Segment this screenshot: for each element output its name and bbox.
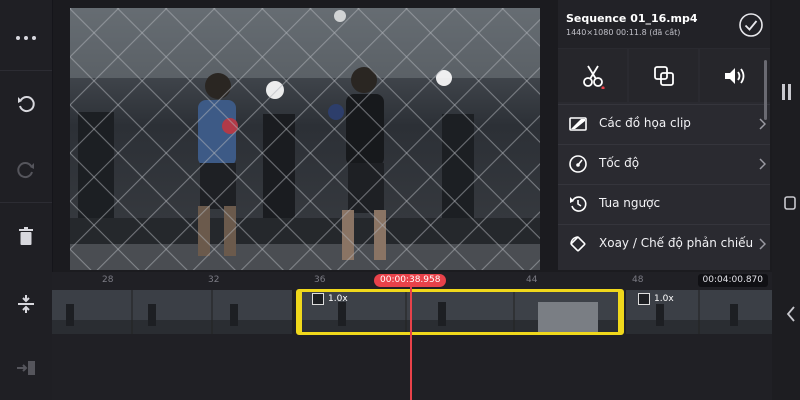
side-edge	[772, 0, 800, 400]
clip-type-icon	[638, 293, 650, 305]
speed-icon	[569, 155, 587, 173]
divider	[0, 70, 52, 71]
menu-label: Tua ngược	[599, 196, 661, 210]
menu-label: Xoay / Chế độ phản chiếu	[599, 236, 754, 250]
sequence-info: 1440×1080 00:11.8 (đã cắt)	[566, 28, 681, 37]
trim-handle-right[interactable]	[618, 292, 624, 332]
pause-icon[interactable]	[782, 84, 792, 100]
preview-frame	[70, 8, 540, 270]
tick-label: 28	[102, 275, 114, 285]
volume-icon	[725, 67, 745, 84]
tick-label: 36	[314, 275, 326, 285]
tick-label: 32	[208, 275, 220, 285]
left-toolbar	[0, 0, 53, 400]
clip-selection-frame[interactable]	[296, 289, 624, 335]
divider	[0, 202, 52, 203]
enter-icon[interactable]	[0, 350, 52, 386]
sequence-title: Sequence 01_16.mp4	[566, 12, 698, 25]
menu-speed[interactable]: Tốc độ	[558, 144, 770, 183]
chevron-right-icon	[759, 238, 766, 250]
video-clip[interactable]: 1.0x	[626, 290, 772, 334]
redo-icon[interactable]	[0, 150, 52, 190]
scissors-icon	[582, 65, 605, 89]
rotate-mirror-icon	[570, 236, 586, 252]
trash-icon[interactable]	[0, 216, 52, 256]
undo-icon[interactable]	[0, 84, 52, 124]
tool-row	[558, 49, 770, 102]
menu-reverse[interactable]: Tua ngược	[558, 184, 770, 223]
tick-label: 44	[526, 275, 538, 285]
menu-label: Các đồ họa clip	[599, 116, 691, 130]
confirm-check-icon[interactable]	[739, 13, 763, 37]
menu-label: Tốc độ	[599, 156, 640, 170]
timeline[interactable]: 28 32 36 40 44 48 00:00:38.958 00:04:00.…	[52, 272, 772, 400]
video-clip[interactable]	[52, 290, 292, 334]
more-icon[interactable]	[0, 18, 52, 58]
playhead-line[interactable]	[410, 286, 412, 400]
panel-scrollbar[interactable]	[764, 60, 767, 120]
menu-rotate-mirror[interactable]: Xoay / Chế độ phản chiếu	[558, 224, 770, 263]
tick-label: 48	[632, 275, 644, 285]
clip-edit-panel: Sequence 01_16.mp4 1440×1080 00:11.8 (đã…	[558, 0, 770, 270]
video-preview[interactable]	[70, 8, 540, 270]
total-duration: 00:04:00.870	[697, 274, 768, 287]
layer-copy-icon	[653, 65, 674, 86]
clip-graphics-icon	[569, 117, 587, 131]
clip-thumbnails	[52, 290, 292, 334]
split-clip-button[interactable]	[558, 49, 627, 102]
duplicate-button[interactable]	[629, 49, 698, 102]
trim-handle-left[interactable]	[296, 292, 302, 332]
panel-header: Sequence 01_16.mp4 1440×1080 00:11.8 (đã…	[558, 0, 770, 48]
volume-button[interactable]	[700, 49, 770, 102]
clip-speed-badge: 1.0x	[638, 293, 674, 305]
back-arrow-icon[interactable]	[786, 306, 796, 322]
clip-speed-label: 1.0x	[654, 294, 674, 304]
reverse-icon	[570, 196, 587, 212]
square-icon[interactable]	[784, 196, 796, 210]
chevron-right-icon	[759, 158, 766, 170]
split-layers-icon[interactable]	[0, 286, 52, 322]
menu-clip-graphics[interactable]: Các đồ họa clip	[558, 104, 770, 143]
timeline-ruler[interactable]: 28 32 36 40 44 48 00:00:38.958 00:04:00.…	[52, 272, 772, 288]
